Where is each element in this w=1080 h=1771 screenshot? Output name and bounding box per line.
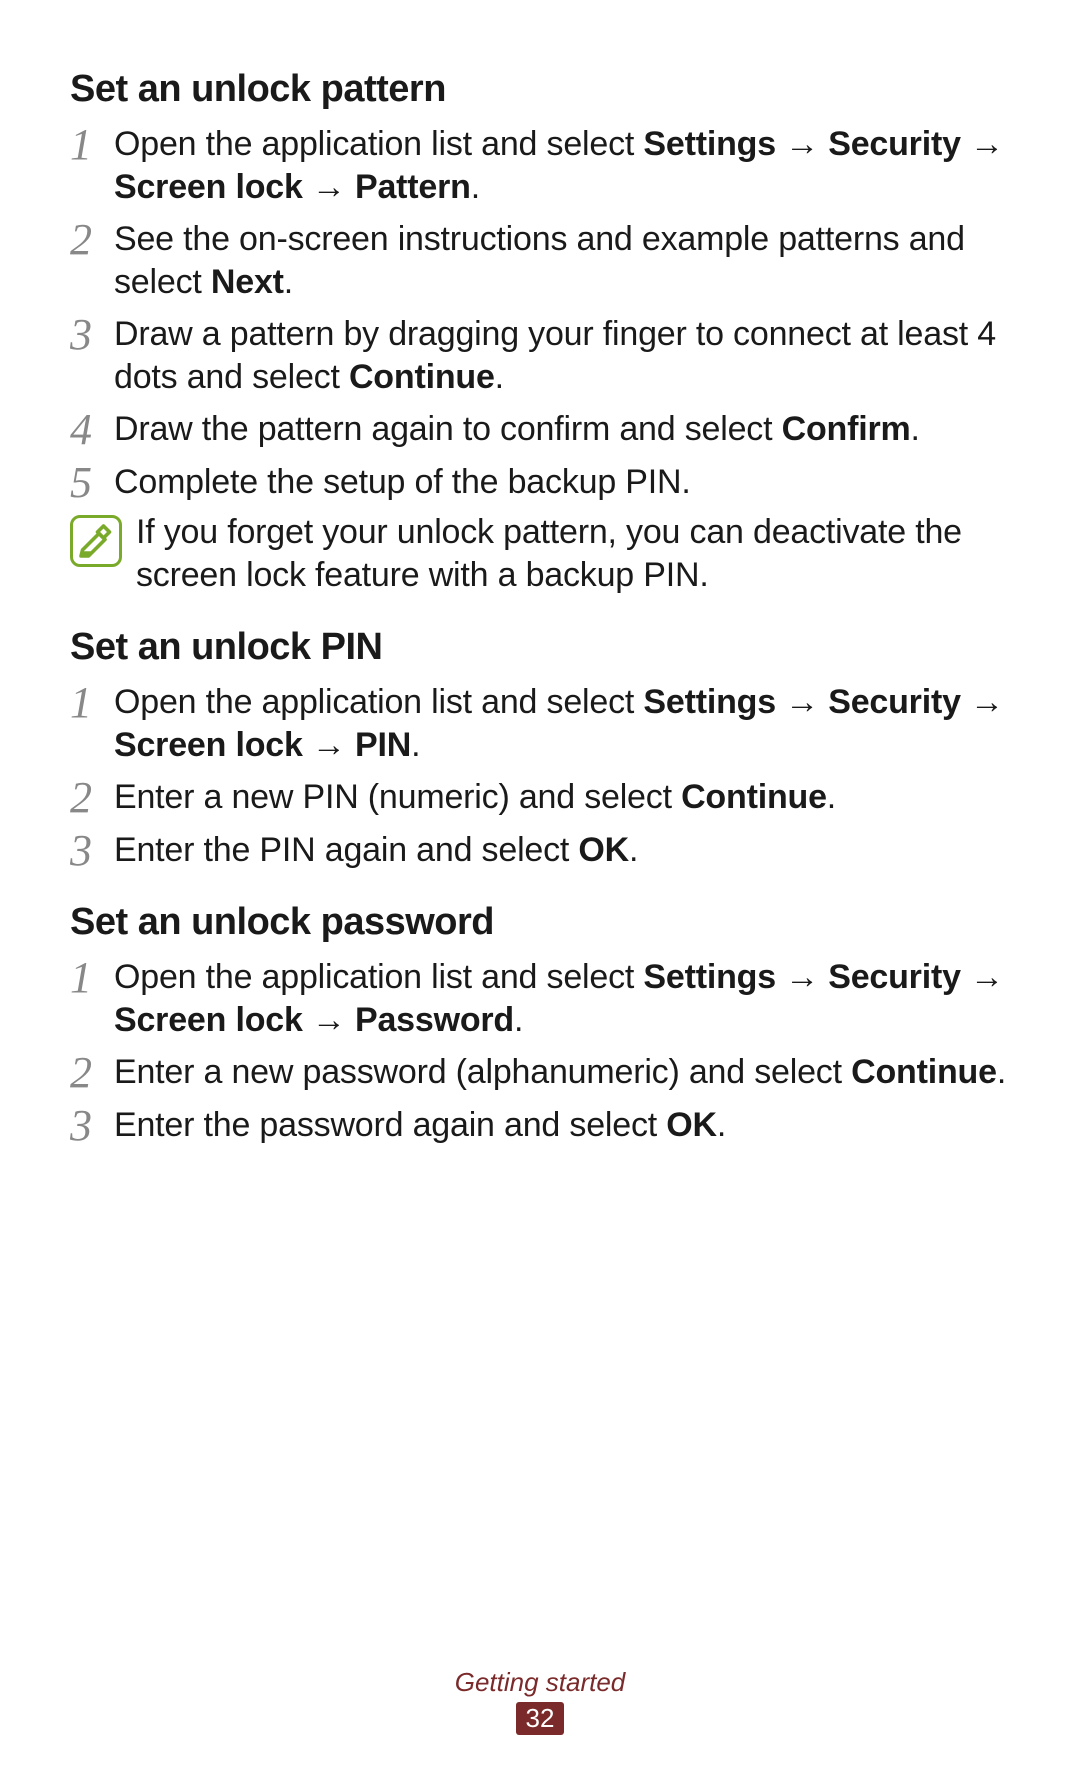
step-text: Draw the pattern again to confirm and se… <box>114 406 1010 451</box>
step: 1Open the application list and select Se… <box>70 954 1010 1041</box>
step-text: Open the application list and select Set… <box>114 679 1010 766</box>
note-block: If you forget your unlock pattern, you c… <box>70 511 1010 596</box>
step-text: Open the application list and select Set… <box>114 954 1010 1041</box>
step: 2Enter a new PIN (numeric) and select Co… <box>70 774 1010 819</box>
step-number: 3 <box>70 1104 114 1148</box>
step-number: 3 <box>70 313 114 357</box>
step: 5Complete the setup of the backup PIN. <box>70 459 1010 504</box>
footer-chapter: Getting started <box>0 1667 1080 1698</box>
step-text: Enter the PIN again and select OK. <box>114 827 1010 872</box>
step: 2See the on-screen instructions and exam… <box>70 216 1010 303</box>
step-text: Open the application list and select Set… <box>114 121 1010 208</box>
step-number: 3 <box>70 829 114 873</box>
step-text: Enter a new PIN (numeric) and select Con… <box>114 774 1010 819</box>
step-number: 1 <box>70 956 114 1000</box>
step: 4Draw the pattern again to confirm and s… <box>70 406 1010 451</box>
step-text: Enter a new password (alphanumeric) and … <box>114 1049 1010 1094</box>
section-heading: Set an unlock password <box>70 901 1010 944</box>
section-heading: Set an unlock PIN <box>70 626 1010 669</box>
step-number: 4 <box>70 408 114 452</box>
page-footer: Getting started 32 <box>0 1667 1080 1735</box>
step-text: Complete the setup of the backup PIN. <box>114 459 1010 504</box>
step-number: 2 <box>70 218 114 262</box>
section-heading: Set an unlock pattern <box>70 68 1010 111</box>
step: 1Open the application list and select Se… <box>70 679 1010 766</box>
step-number: 2 <box>70 1051 114 1095</box>
note-text: If you forget your unlock pattern, you c… <box>136 511 1010 596</box>
step-number: 2 <box>70 776 114 820</box>
step: 3Enter the PIN again and select OK. <box>70 827 1010 872</box>
step: 3Draw a pattern by dragging your finger … <box>70 311 1010 398</box>
step-number: 5 <box>70 461 114 505</box>
step-number: 1 <box>70 681 114 725</box>
step: 3Enter the password again and select OK. <box>70 1102 1010 1147</box>
step-text: Draw a pattern by dragging your finger t… <box>114 311 1010 398</box>
footer-page-number: 32 <box>516 1702 565 1735</box>
step-text: Enter the password again and select OK. <box>114 1102 1010 1147</box>
note-icon <box>70 515 122 567</box>
step-number: 1 <box>70 123 114 167</box>
step-text: See the on-screen instructions and examp… <box>114 216 1010 303</box>
step: 2Enter a new password (alphanumeric) and… <box>70 1049 1010 1094</box>
step: 1Open the application list and select Se… <box>70 121 1010 208</box>
